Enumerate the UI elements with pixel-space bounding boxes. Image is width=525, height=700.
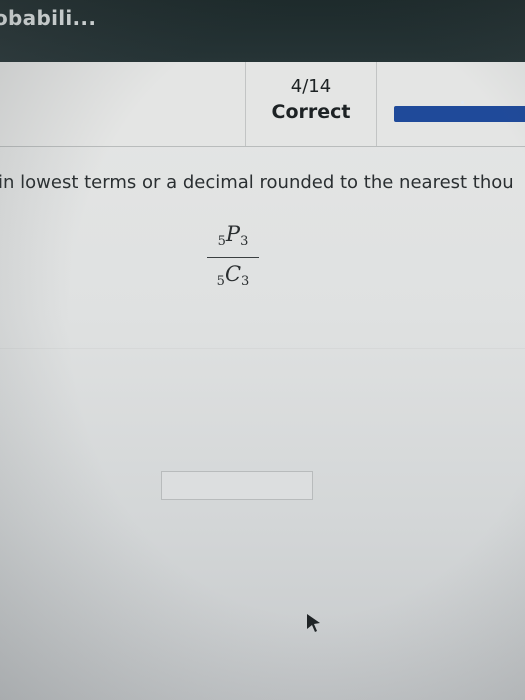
app-title[interactable]: obabili... xyxy=(0,6,96,30)
header-strip: 4/14 Correct xyxy=(0,62,525,147)
numerator-post-subscript: 3 xyxy=(240,234,249,249)
progress-count: 4/14 xyxy=(290,76,332,97)
progress-bar xyxy=(394,106,525,122)
mouse-pointer-icon xyxy=(307,614,320,632)
progress-box: 4/14 Correct xyxy=(245,62,377,146)
progress-status: Correct xyxy=(271,101,351,123)
answer-input[interactable] xyxy=(161,471,313,500)
progress-bar-fill xyxy=(394,106,525,122)
screen: obabili... 4/14 Correct in lowest terms … xyxy=(0,0,525,700)
denominator-post-subscript: 3 xyxy=(241,274,250,289)
fraction-numerator: 5P3 xyxy=(203,220,263,256)
progress-marker xyxy=(461,101,464,104)
top-bar: obabili... xyxy=(0,0,525,62)
fraction-expression: 5P3 5C3 xyxy=(203,220,263,296)
section-divider xyxy=(0,348,525,349)
fraction-denominator: 5C3 xyxy=(203,260,263,296)
denominator-pre-subscript: 5 xyxy=(216,274,225,289)
numerator-pre-subscript: 5 xyxy=(217,234,226,249)
fraction-bar xyxy=(207,257,259,258)
denominator-symbol: C xyxy=(224,262,242,286)
numerator-symbol: P xyxy=(225,222,241,246)
question-instructions: in lowest terms or a decimal rounded to … xyxy=(0,172,514,193)
